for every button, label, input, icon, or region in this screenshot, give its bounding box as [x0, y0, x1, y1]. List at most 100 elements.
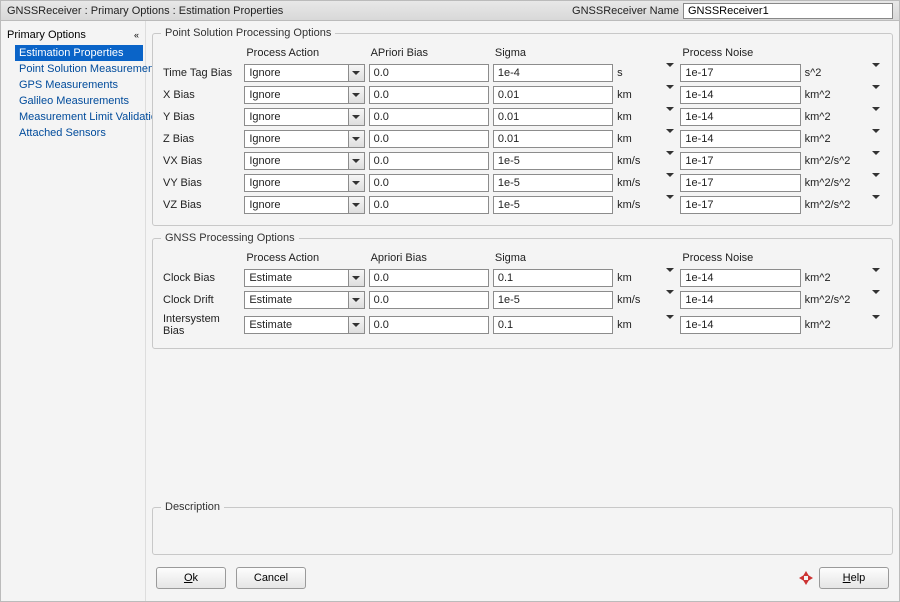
process-action-select[interactable]: Ignore	[244, 86, 364, 104]
chevron-down-icon[interactable]	[348, 109, 364, 125]
sidebar-item[interactable]: Point Solution Measurements	[15, 61, 143, 77]
cancel-button[interactable]: Cancel	[236, 567, 306, 589]
process-noise-input[interactable]: 1e-17	[680, 174, 800, 192]
help-button[interactable]: Help	[819, 567, 889, 589]
apriori-bias-input[interactable]: 0.0	[369, 108, 489, 126]
sigma-input[interactable]: 0.1	[493, 269, 613, 287]
sigma-input[interactable]: 0.01	[493, 86, 613, 104]
noise-unit-dropdown[interactable]	[868, 107, 884, 127]
col-apriori-bias: APriori Bias	[367, 47, 491, 61]
noise-unit-dropdown[interactable]	[868, 195, 884, 215]
sigma-input[interactable]: 1e-4	[493, 64, 613, 82]
sidebar-group-header[interactable]: Primary Options «	[5, 27, 143, 45]
row-label: VZ Bias	[161, 195, 242, 215]
gnss-processing-group: GNSS Processing Options Process ActionAp…	[152, 232, 893, 349]
description-legend: Description	[161, 501, 224, 513]
noise-unit-dropdown[interactable]	[868, 63, 884, 83]
chevron-down-icon[interactable]	[348, 197, 364, 213]
chevron-down-icon[interactable]	[348, 131, 364, 147]
noise-unit-dropdown[interactable]	[868, 312, 884, 338]
collapse-icon[interactable]: «	[134, 30, 139, 40]
sigma-input[interactable]: 1e-5	[493, 291, 613, 309]
apriori-bias-input[interactable]: 0.0	[369, 291, 489, 309]
noise-unit: s^2	[803, 63, 869, 83]
process-action-select[interactable]: Estimate	[244, 269, 364, 287]
apriori-bias-input[interactable]: 0.0	[369, 64, 489, 82]
process-noise-input[interactable]: 1e-17	[680, 196, 800, 214]
chevron-down-icon[interactable]	[348, 292, 364, 308]
ok-button[interactable]: Ok	[156, 567, 226, 589]
apriori-bias-input[interactable]: 0.0	[369, 174, 489, 192]
process-action-select[interactable]: Ignore	[244, 130, 364, 148]
sigma-unit-dropdown[interactable]	[663, 63, 679, 83]
process-noise-input[interactable]: 1e-14	[680, 291, 800, 309]
sidebar-item[interactable]: Measurement Limit Validation	[15, 109, 143, 125]
title-bar: GNSSReceiver : Primary Options : Estimat…	[1, 1, 899, 21]
process-noise-input[interactable]: 1e-17	[680, 64, 800, 82]
sidebar-item[interactable]: Galileo Measurements	[15, 93, 143, 109]
process-noise-input[interactable]: 1e-17	[680, 152, 800, 170]
sidebar-item[interactable]: Attached Sensors	[15, 125, 143, 141]
sidebar-item[interactable]: GPS Measurements	[15, 77, 143, 93]
chevron-down-icon[interactable]	[348, 65, 364, 81]
sigma-input[interactable]: 0.01	[493, 108, 613, 126]
chevron-down-icon[interactable]	[348, 87, 364, 103]
col-process-action: Process Action	[242, 47, 366, 61]
chevron-down-icon[interactable]	[348, 175, 364, 191]
process-noise-input[interactable]: 1e-14	[680, 130, 800, 148]
sigma-unit-dropdown[interactable]	[663, 312, 679, 338]
process-noise-input[interactable]: 1e-14	[680, 86, 800, 104]
noise-unit-dropdown[interactable]	[868, 173, 884, 193]
sigma-unit-dropdown[interactable]	[663, 268, 679, 288]
sigma-input[interactable]: 0.01	[493, 130, 613, 148]
receiver-name-input[interactable]	[683, 3, 893, 19]
sigma-unit-dropdown[interactable]	[663, 107, 679, 127]
process-noise-input[interactable]: 1e-14	[680, 108, 800, 126]
table-row: VY BiasIgnore0.01e-5km/s1e-17km^2/s^2	[161, 173, 884, 193]
col-process-action: Process Action	[242, 252, 366, 266]
sigma-unit-dropdown[interactable]	[663, 290, 679, 310]
apriori-bias-input[interactable]: 0.0	[369, 316, 489, 334]
noise-unit-dropdown[interactable]	[868, 290, 884, 310]
apriori-bias-input[interactable]: 0.0	[369, 196, 489, 214]
sigma-input[interactable]: 1e-5	[493, 152, 613, 170]
sidebar-item[interactable]: Estimation Properties	[15, 45, 143, 61]
apriori-bias-input[interactable]: 0.0	[369, 152, 489, 170]
row-label: Clock Bias	[161, 268, 242, 288]
table-row: Intersystem BiasEstimate0.00.1km1e-14km^…	[161, 312, 884, 338]
chevron-down-icon[interactable]	[348, 270, 364, 286]
apriori-bias-input[interactable]: 0.0	[369, 86, 489, 104]
process-noise-input[interactable]: 1e-14	[680, 316, 800, 334]
apriori-bias-input[interactable]: 0.0	[369, 269, 489, 287]
sigma-unit-dropdown[interactable]	[663, 173, 679, 193]
description-group: Description	[152, 501, 893, 555]
sigma-input[interactable]: 1e-5	[493, 174, 613, 192]
process-action-select[interactable]: Ignore	[244, 108, 364, 126]
sigma-unit-dropdown[interactable]	[663, 129, 679, 149]
process-noise-input[interactable]: 1e-14	[680, 269, 800, 287]
process-action-select[interactable]: Ignore	[244, 196, 364, 214]
noise-unit-dropdown[interactable]	[868, 151, 884, 171]
chevron-down-icon[interactable]	[348, 153, 364, 169]
noise-unit-dropdown[interactable]	[868, 85, 884, 105]
sigma-unit: km/s	[615, 290, 662, 310]
process-action-select[interactable]: Ignore	[244, 64, 364, 82]
noise-unit: km^2	[803, 107, 869, 127]
process-action-select[interactable]: Ignore	[244, 152, 364, 170]
point-solution-legend: Point Solution Processing Options	[161, 27, 335, 39]
process-action-select[interactable]: Ignore	[244, 174, 364, 192]
sigma-unit-dropdown[interactable]	[663, 195, 679, 215]
receiver-name-label: GNSSReceiver Name	[572, 5, 679, 17]
process-action-select[interactable]: Estimate	[244, 291, 364, 309]
chevron-down-icon[interactable]	[348, 317, 364, 333]
sigma-unit-dropdown[interactable]	[663, 85, 679, 105]
process-action-select[interactable]: Estimate	[244, 316, 364, 334]
sigma-input[interactable]: 0.1	[493, 316, 613, 334]
apriori-bias-input[interactable]: 0.0	[369, 130, 489, 148]
noise-unit-dropdown[interactable]	[868, 268, 884, 288]
sigma-unit: km	[615, 129, 662, 149]
sigma-unit-dropdown[interactable]	[663, 151, 679, 171]
sigma-input[interactable]: 1e-5	[493, 196, 613, 214]
sidebar-group-label: Primary Options	[7, 29, 86, 41]
noise-unit-dropdown[interactable]	[868, 129, 884, 149]
